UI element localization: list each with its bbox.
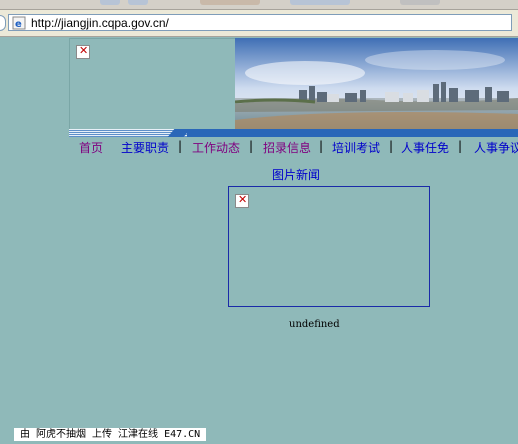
nav-separator: | — [178, 139, 183, 153]
toolbar-button-ghost[interactable] — [100, 0, 120, 5]
header-divider-stripe — [69, 129, 518, 137]
url-text: http://jiangjin.cqpa.gov.cn/ — [31, 16, 169, 30]
upload-watermark: 由 阿虎不抽烟 上传 江津在线 E47.CN — [14, 428, 207, 441]
toolbar-button-ghost[interactable] — [128, 0, 148, 5]
nav-link-appointments[interactable]: 人事任免 — [401, 139, 449, 156]
photo-news-caption[interactable]: undefined — [289, 319, 340, 330]
nav-separator: | — [249, 139, 254, 153]
broken-image-icon: ✕ — [76, 44, 90, 59]
photo-news-title[interactable]: 图片新闻 — [272, 166, 320, 183]
ie-page-icon: e — [12, 16, 26, 30]
nav-link-home[interactable]: 首页 — [79, 139, 103, 156]
nav-separator: | — [389, 139, 394, 153]
nav-separator: | — [319, 139, 324, 153]
browser-toolbar — [0, 0, 518, 10]
nav-link-work-news[interactable]: 工作动态 — [192, 139, 240, 156]
toolbar-button-ghost[interactable] — [400, 0, 440, 5]
city-skyline-image — [235, 38, 518, 130]
photo-news-frame[interactable]: ✕ — [228, 186, 430, 307]
header-banner-image — [235, 38, 518, 130]
nav-link-disputes[interactable]: 人事争议 — [474, 139, 518, 156]
header-logo-area: ✕ — [69, 38, 236, 131]
svg-text:e: e — [15, 19, 22, 30]
nav-separator: | — [458, 139, 463, 153]
toolbar-button-ghost[interactable] — [290, 0, 350, 5]
nav-link-recruitment[interactable]: 招录信息 — [263, 139, 311, 156]
toolbar-button-ghost[interactable] — [200, 0, 260, 5]
address-input[interactable]: e http://jiangjin.cqpa.gov.cn/ — [8, 14, 512, 31]
nav-link-training-exams[interactable]: 培训考试 — [332, 139, 380, 156]
nav-link-duties[interactable]: 主要职责 — [121, 139, 169, 156]
back-button[interactable] — [0, 15, 6, 31]
address-bar: e http://jiangjin.cqpa.gov.cn/ — [0, 10, 518, 37]
broken-image-icon: ✕ — [235, 193, 249, 208]
